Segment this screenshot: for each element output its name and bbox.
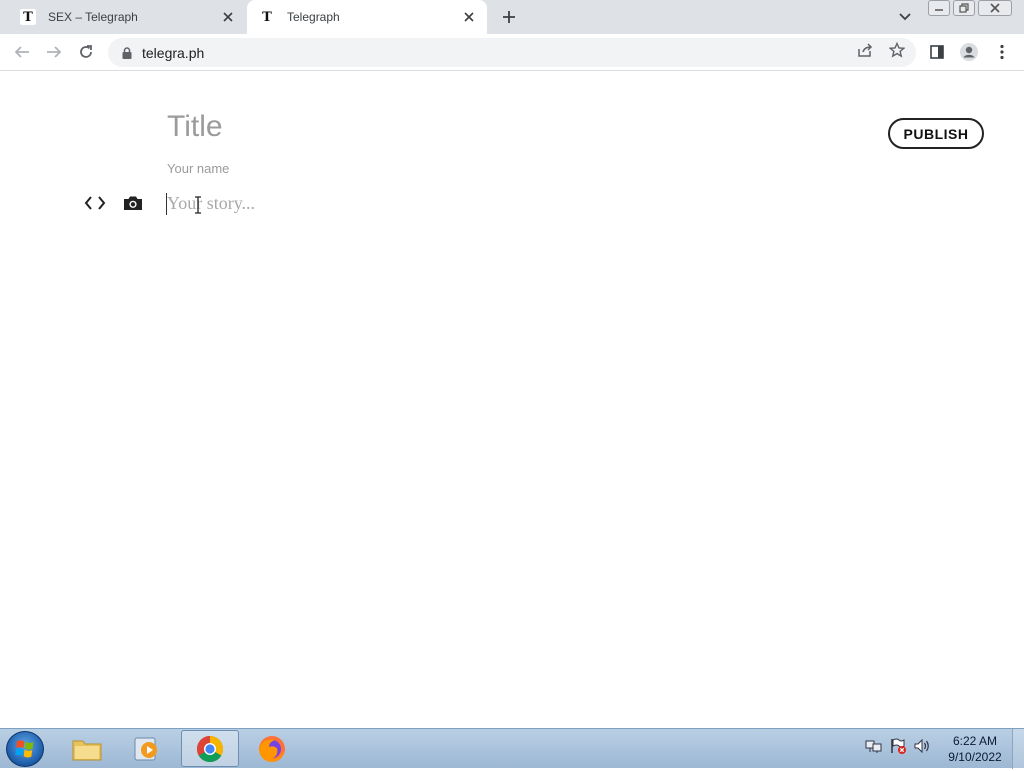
start-button[interactable] [6,731,44,767]
reload-icon [80,45,92,58]
chrome-taskbar-button[interactable] [181,730,239,767]
publish-button[interactable]: PUBLISH [888,118,984,149]
star-icon [889,42,905,58]
flag-alert-icon [891,738,906,754]
new-tab-button[interactable] [498,6,520,28]
restore-icon [959,3,969,13]
tab-title: SEX – Telegraph [48,10,138,24]
ibeam-cursor-icon [195,196,201,214]
side-panel-button[interactable] [927,42,947,62]
file-explorer-taskbar-button[interactable] [58,730,116,767]
firefox-icon [259,735,285,762]
back-button[interactable] [12,42,32,62]
profile-icon [960,43,978,61]
share-icon [858,43,873,57]
embed-button[interactable] [84,194,106,212]
camera-icon [124,196,142,210]
telegraph-editor: Title Your name Your story... PUBLISH [0,72,1024,728]
close-icon [990,3,1000,13]
browser-menu-button[interactable] [992,42,1012,62]
media-player-taskbar-button[interactable] [118,730,176,767]
insert-image-button[interactable] [122,194,144,212]
show-desktop-button[interactable] [1012,729,1024,769]
speaker-icon [914,738,929,754]
network-tray-icon[interactable] [865,737,883,755]
browser-tab-strip: T SEX – Telegraph T Telegraph [0,0,1024,34]
telegraph-favicon-icon: T [259,9,275,25]
reload-button[interactable] [76,42,96,62]
media-player-icon [134,737,157,760]
network-icon [865,740,882,753]
url-text: telegra.ph [142,44,205,61]
lock-icon[interactable] [120,46,134,60]
windows-logo-icon [15,740,34,758]
arrow-left-icon [14,46,29,58]
side-panel-icon [930,45,944,59]
action-center-tray-icon[interactable] [889,737,907,755]
system-clock[interactable]: 6:22 AM 9/10/2022 [944,733,1006,765]
minimize-button[interactable] [928,0,950,16]
windows-taskbar: 6:22 AM 9/10/2022 [0,728,1024,769]
close-icon[interactable] [461,9,477,25]
minimize-icon [935,9,943,11]
close-icon[interactable] [220,9,236,25]
clock-date: 9/10/2022 [948,750,1002,764]
tab-sex-telegraph[interactable]: T SEX – Telegraph [8,0,246,34]
tab-search-button[interactable] [896,9,914,25]
tab-title: Telegraph [287,10,340,24]
title-field[interactable]: Title [167,110,223,144]
kebab-menu-icon [1000,44,1004,60]
tab-telegraph[interactable]: T Telegraph [247,0,487,34]
window-controls [928,0,1015,18]
restore-button[interactable] [953,0,975,16]
close-window-button[interactable] [978,0,1012,16]
code-brackets-icon [84,196,106,210]
story-field[interactable]: Your story... [167,193,255,214]
telegraph-favicon-icon: T [20,9,36,25]
forward-button[interactable] [44,42,64,62]
browser-toolbar: telegra.ph [0,34,1024,71]
share-button[interactable] [856,41,874,59]
volume-tray-icon[interactable] [913,737,931,755]
address-bar[interactable]: telegra.ph [108,38,916,67]
clock-time: 6:22 AM [952,734,998,748]
profile-button[interactable] [959,42,979,62]
plus-icon [503,11,515,23]
arrow-right-icon [47,46,62,58]
author-name-field[interactable]: Your name [167,161,229,176]
chevron-down-icon [899,13,911,21]
bookmark-button[interactable] [888,41,906,59]
folder-icon [72,740,102,760]
firefox-taskbar-button[interactable] [243,730,301,767]
chrome-icon [196,735,224,762]
